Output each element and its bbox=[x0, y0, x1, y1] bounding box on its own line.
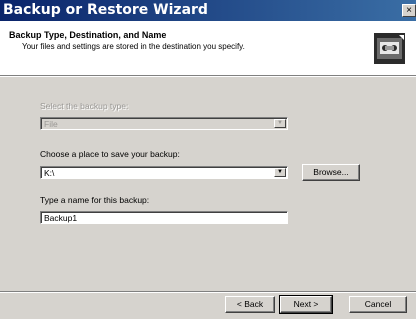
chevron-down-icon: ▼ bbox=[274, 119, 286, 128]
window-title: Backup or Restore Wizard bbox=[3, 2, 208, 18]
backup-type-value: File bbox=[44, 119, 58, 129]
back-button[interactable]: < Back bbox=[225, 296, 275, 313]
next-button[interactable]: Next > bbox=[279, 295, 333, 314]
name-label: Type a name for this backup: bbox=[40, 195, 150, 205]
header-separator bbox=[0, 75, 416, 77]
page-title: Backup Type, Destination, and Name bbox=[9, 30, 167, 40]
backup-type-label: Select the backup type: bbox=[40, 101, 129, 111]
location-value: K:\ bbox=[44, 168, 55, 178]
location-label: Choose a place to save your backup: bbox=[40, 149, 180, 159]
backup-type-dropdown[interactable]: File ▼ bbox=[40, 117, 288, 130]
backup-name-input[interactable]: Backup1 bbox=[40, 211, 288, 224]
close-icon: × bbox=[406, 5, 412, 16]
wizard-header: Backup Type, Destination, and Name Your … bbox=[0, 21, 416, 75]
title-bar: Backup or Restore Wizard × bbox=[0, 0, 416, 21]
footer-separator bbox=[0, 291, 416, 293]
close-button[interactable]: × bbox=[402, 4, 416, 17]
chevron-down-icon: ▼ bbox=[274, 168, 286, 177]
backup-name-value: Backup1 bbox=[44, 213, 78, 223]
page-subtitle: Your files and settings are stored in th… bbox=[22, 42, 245, 51]
browse-button[interactable]: Browse... bbox=[302, 164, 360, 181]
cancel-button[interactable]: Cancel bbox=[349, 296, 407, 313]
location-dropdown[interactable]: K:\ ▼ bbox=[40, 166, 288, 179]
backup-wizard-icon bbox=[374, 33, 405, 64]
